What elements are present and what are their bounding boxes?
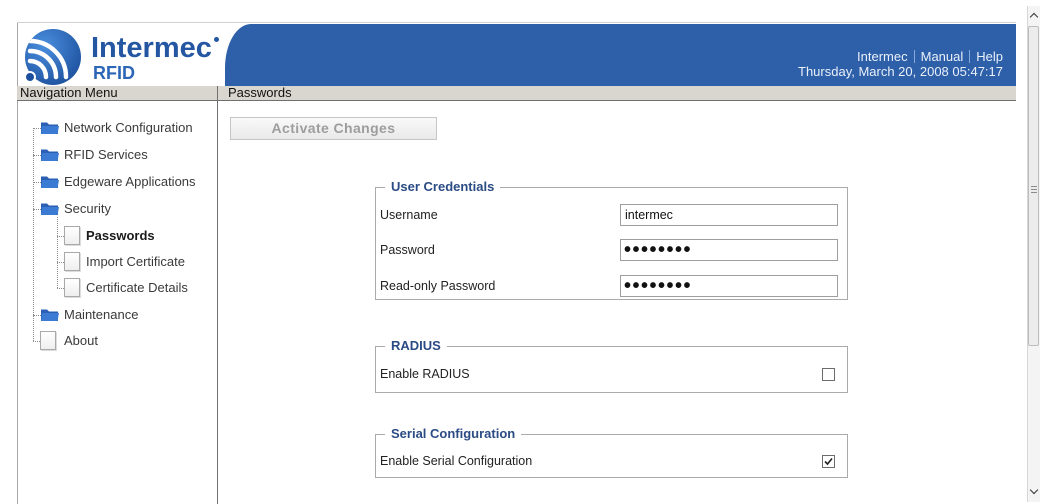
page-icon: [64, 226, 80, 245]
chevron-up-icon: [1029, 12, 1039, 22]
password-input[interactable]: [620, 239, 838, 261]
frame-border-top: [17, 22, 1016, 23]
checkmark-icon: [824, 457, 833, 466]
nav-item-label: Certificate Details: [86, 280, 188, 295]
intermec-link[interactable]: Intermec: [857, 50, 908, 63]
page-title: Passwords: [228, 85, 292, 100]
logo-product: RFID: [93, 63, 135, 83]
scroll-grip-icon: [1031, 192, 1037, 193]
nav-item-label: Edgeware Applications: [64, 174, 196, 189]
activate-changes-button[interactable]: Activate Changes: [230, 117, 437, 140]
username-input[interactable]: [620, 204, 838, 226]
help-link[interactable]: Help: [969, 50, 1003, 63]
serial-configuration-legend: Serial Configuration: [385, 426, 522, 442]
username-label: Username: [380, 208, 438, 222]
user-credentials-legend: User Credentials: [385, 179, 501, 195]
header-links: Intermec Manual Help: [857, 50, 1003, 63]
nav-item-label: Import Certificate: [86, 254, 185, 269]
radius-legend: RADIUS: [385, 338, 447, 354]
nav-item-label: Security: [64, 201, 111, 216]
folder-icon: [41, 122, 59, 134]
tree-connector: [33, 128, 41, 129]
tree-connector: [33, 182, 41, 183]
manual-link[interactable]: Manual: [913, 50, 963, 63]
folder-open-icon: [41, 203, 59, 215]
intermec-logo-icon: [24, 29, 81, 85]
page-icon: [40, 331, 56, 350]
tree-connector: [57, 236, 64, 237]
tree-connector: [33, 315, 41, 316]
enable-radius-checkbox[interactable]: [822, 368, 835, 381]
page-icon: [64, 278, 80, 297]
nav-item-label: Maintenance: [64, 307, 139, 322]
nav-item-label: RFID Services: [64, 147, 148, 162]
tree-connector: [57, 262, 64, 263]
logo-registered-dot: [214, 37, 219, 42]
password-label: Password: [380, 243, 435, 257]
readonly-password-input[interactable]: [620, 275, 838, 297]
scroll-up-button[interactable]: [1028, 7, 1040, 24]
tree-line-root: [33, 128, 34, 341]
navigation-menu-title: Navigation Menu: [20, 85, 118, 100]
tree-connector: [33, 155, 41, 156]
nav-divider: [217, 86, 218, 504]
tree-connector: [33, 341, 40, 342]
chevron-down-icon: [1029, 485, 1039, 495]
scroll-down-button[interactable]: [1028, 483, 1040, 500]
nav-item-label: Network Configuration: [64, 120, 193, 135]
readonly-password-label: Read-only Password: [380, 279, 496, 293]
tree-connector: [33, 209, 41, 210]
enable-radius-label: Enable RADIUS: [380, 367, 470, 381]
enable-serial-configuration-label: Enable Serial Configuration: [380, 454, 533, 468]
page-icon: [64, 252, 80, 271]
header-datetime: Thursday, March 20, 2008 05:47:17: [798, 64, 1003, 79]
folder-icon: [41, 149, 59, 161]
folder-icon: [41, 176, 59, 188]
tree-connector: [57, 288, 64, 289]
title-bar: [17, 86, 1016, 101]
logo-wordmark: Intermec: [91, 32, 212, 64]
scroll-grip-icon: [1031, 186, 1037, 187]
nav-item-label: Passwords: [86, 228, 155, 243]
scroll-grip-icon: [1031, 189, 1037, 190]
enable-serial-configuration-checkbox[interactable]: [822, 455, 835, 468]
browser-viewport: Intermec RFID Intermec Manual Help Thursda…: [0, 0, 1040, 504]
folder-icon: [41, 309, 59, 321]
nav-item-label: About: [64, 333, 98, 348]
tree-line-security: [57, 217, 58, 288]
